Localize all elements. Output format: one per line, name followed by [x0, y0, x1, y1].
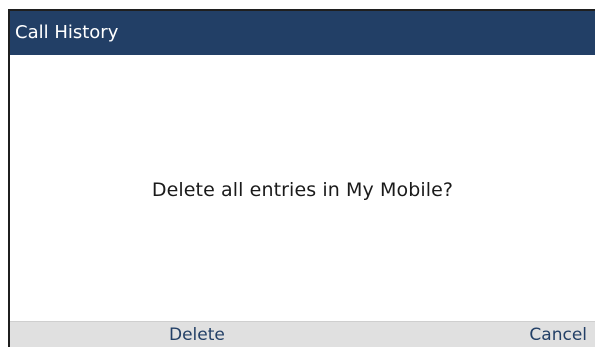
confirmation-message: Delete all entries in My Mobile?: [151, 179, 454, 201]
window-title: Call History: [15, 22, 119, 43]
softkey-bar: Delete Cancel: [10, 321, 595, 347]
phone-display-frame: Call History Delete all entries in My Mo…: [0, 0, 595, 347]
phone-screen: Call History Delete all entries in My Mo…: [8, 9, 595, 347]
title-bar: Call History: [10, 11, 595, 55]
top-margin: [0, 0, 595, 9]
cancel-button[interactable]: Cancel: [529, 322, 587, 348]
delete-button[interactable]: Delete: [169, 322, 225, 348]
confirmation-dialog: Delete all entries in My Mobile?: [10, 55, 595, 321]
